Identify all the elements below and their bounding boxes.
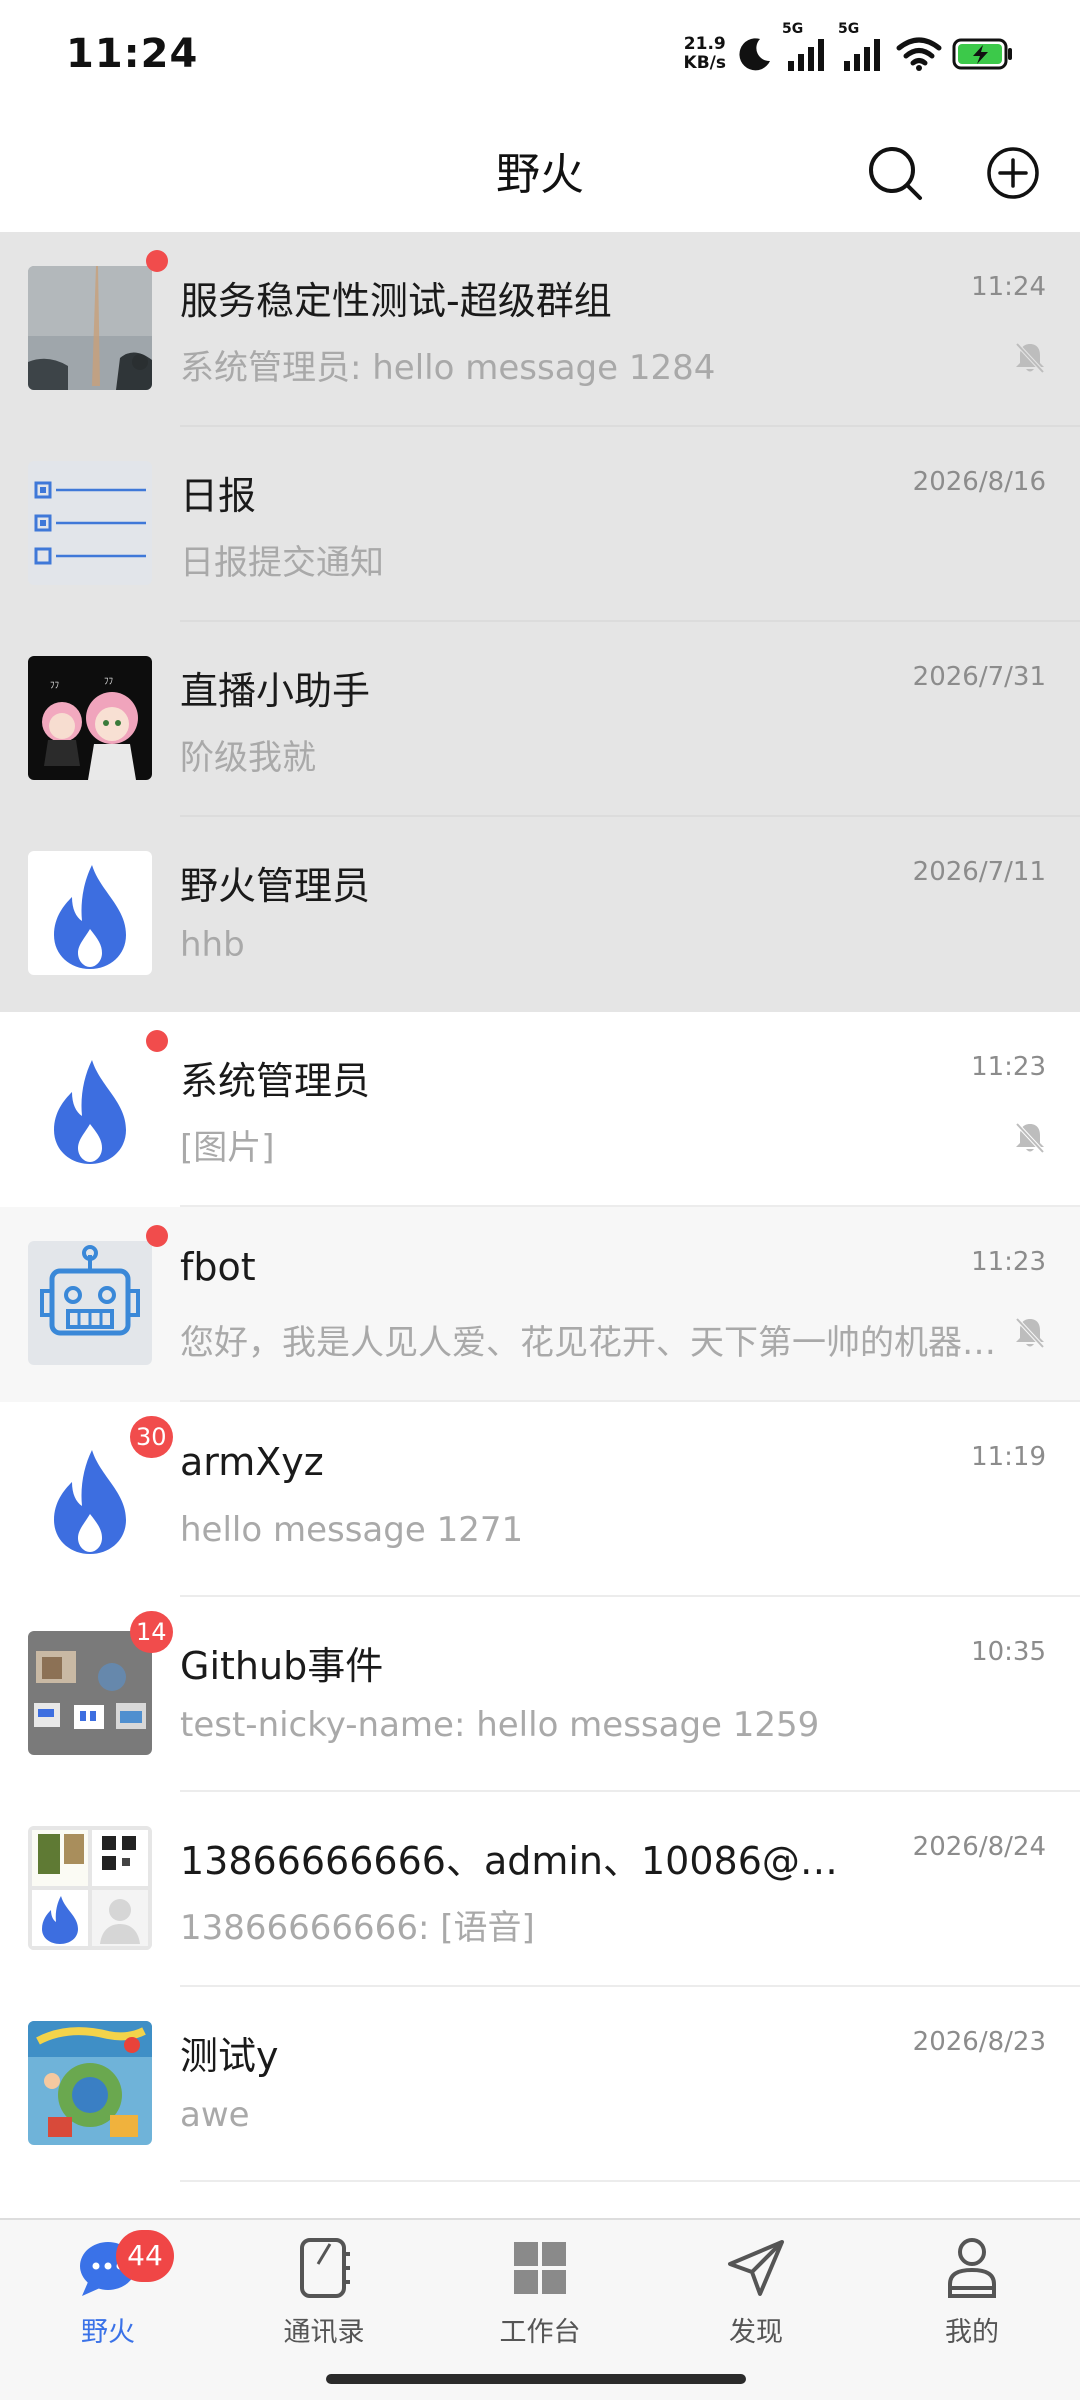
mute-bell-icon (1015, 1122, 1045, 1154)
conversation-time: 2026/7/11 (912, 857, 1046, 887)
unread-count-badge: 30 (130, 1416, 173, 1458)
book-cover-avatar (28, 2021, 152, 2145)
net-speed: 21.9 KB/s (684, 35, 726, 73)
signal-icon (844, 39, 880, 71)
home-indicator[interactable] (326, 2374, 746, 2384)
tab-label: 工作台 (499, 2317, 581, 2348)
conversation-title: 13866666666、admin、10086@野火IM (180, 1839, 860, 1883)
tab-label: 发现 (729, 2317, 783, 2348)
app-header: 野火 (0, 108, 1080, 232)
sim2-label: 5G (838, 21, 860, 37)
conversation-preview: hhb (180, 925, 245, 965)
conversation-time: 2026/8/16 (912, 467, 1046, 497)
conversation-preview: 您好，我是人见人爱、花见花开、天下第一帅的机器人小火！ (180, 1323, 1018, 1363)
conversation-preview: hello message 1271 (180, 1510, 524, 1550)
conversation-preview: 系统管理员: hello message 1284 (180, 348, 716, 388)
add-circle-icon[interactable] (984, 144, 1042, 202)
conversation-time: 11:23 (971, 1052, 1046, 1082)
tab-me[interactable]: 我的 (864, 2220, 1080, 2370)
bottom-tab-bar: 44 野火 通讯录 工作台 发现 我的 (0, 2218, 1080, 2400)
conversation-item[interactable]: 服务稳定性测试-超级群组 11:24 系统管理员: hello message … (0, 232, 1080, 427)
conversation-title: 服务稳定性测试-超级群组 (180, 279, 612, 323)
search-icon[interactable] (866, 144, 924, 202)
conversation-time: 10:35 (971, 1637, 1046, 1667)
flame-avatar (28, 1046, 152, 1170)
conversation-time: 2026/7/31 (912, 662, 1046, 692)
conversation-preview: 阶级我就 (180, 738, 316, 778)
conversation-item[interactable]: ﾌﾌ ﾌﾌ 直播小助手 2026/7/31 阶级我就 (0, 622, 1080, 817)
group-grid-avatar (28, 1826, 152, 1950)
conversation-time: 11:23 (971, 1247, 1046, 1277)
conversation-preview: 日报提交通知 (180, 543, 384, 583)
conversation-item[interactable]: 14 Github事件 10:35 test-nicky-name: hello… (0, 1597, 1080, 1792)
conversation-time: 2026/8/24 (912, 1832, 1046, 1862)
tab-chats[interactable]: 44 野火 (0, 2220, 216, 2370)
flame-avatar (28, 851, 152, 975)
group-avatar (28, 1631, 152, 1755)
status-time: 11:24 (66, 31, 199, 77)
tab-label: 通讯录 (283, 2317, 365, 2348)
conversation-time: 11:24 (971, 272, 1046, 302)
sim1-signal: 5G (782, 21, 830, 71)
conversation-item[interactable]: 野火管理员 2026/7/11 hhb (0, 817, 1080, 1012)
mute-bell-icon (1015, 342, 1045, 374)
svg-text:ﾌﾌ: ﾌﾌ (50, 681, 60, 691)
unread-dot (146, 250, 168, 272)
conversation-title: armXyz (180, 1440, 324, 1484)
conversation-list: 服务稳定性测试-超级群组 11:24 系统管理员: hello message … (0, 232, 1080, 2182)
divider (180, 2180, 1080, 2182)
anime-avatar: ﾌﾌ ﾌﾌ (28, 656, 152, 780)
conversation-item[interactable]: 测试y 2026/8/23 awe (0, 1987, 1080, 2182)
conversation-title: 系统管理员 (180, 1059, 371, 1103)
tab-label: 野火 (81, 2317, 135, 2348)
conversation-item[interactable]: 13866666666、admin、10086@野火IM 2026/8/24 1… (0, 1792, 1080, 1987)
conversation-item[interactable]: 30 armXyz 11:19 hello message 1271 (0, 1402, 1080, 1597)
conversation-time: 2026/8/23 (912, 2027, 1046, 2057)
tab-unread-badge: 44 (116, 2230, 174, 2282)
mute-bell-icon (1015, 1317, 1045, 1349)
tab-discover[interactable]: 发现 (648, 2220, 864, 2370)
status-icons: 21.9 KB/s 5G 5G (684, 21, 1014, 73)
conversation-preview: test-nicky-name: hello message 1259 (180, 1705, 820, 1745)
conversation-title: Github事件 (180, 1644, 384, 1688)
conversation-item[interactable]: fbot 11:23 您好，我是人见人爱、花见花开、天下第一帅的机器人小火！ (0, 1207, 1080, 1402)
grid-icon (514, 2242, 566, 2294)
conversation-preview: 13866666666: [语音] (180, 1908, 535, 1948)
conversation-title: 日报 (180, 474, 257, 518)
tab-workbench[interactable]: 工作台 (432, 2220, 648, 2370)
conversation-preview: [图片] (180, 1128, 275, 1168)
robot-avatar (28, 1241, 152, 1365)
status-bar: 11:24 21.9 KB/s 5G 5G (0, 0, 1080, 108)
conversation-title: 测试y (180, 2034, 279, 2078)
checklist-avatar (28, 461, 152, 585)
photo-avatar (28, 266, 152, 390)
svg-text:ﾌﾌ: ﾌﾌ (104, 677, 114, 687)
unread-dot (146, 1030, 168, 1052)
net-speed-unit: KB/s (683, 53, 726, 73)
unread-dot (146, 1225, 168, 1247)
moon-icon (739, 38, 770, 71)
net-speed-value: 21.9 (683, 34, 726, 54)
sim2-signal: 5G (838, 21, 886, 71)
flame-avatar (28, 1436, 152, 1560)
conversation-title: 直播小助手 (180, 669, 371, 713)
tab-label: 我的 (945, 2317, 999, 2348)
conversation-preview: awe (180, 2095, 250, 2135)
signal-icon (788, 39, 824, 71)
battery-charging-icon (952, 38, 1012, 70)
conversation-item[interactable]: 日报 2026/8/16 日报提交通知 (0, 427, 1080, 622)
conversation-time: 11:19 (971, 1442, 1046, 1472)
sim1-label: 5G (782, 21, 804, 37)
contacts-icon (300, 2238, 350, 2298)
conversation-title: fbot (180, 1245, 256, 1289)
conversation-item[interactable]: 系统管理员 11:23 [图片] (0, 1012, 1080, 1207)
unread-count-badge: 14 (130, 1611, 173, 1653)
send-icon (728, 2240, 784, 2296)
conversation-title: 野火管理员 (180, 864, 371, 908)
tab-contacts[interactable]: 通讯录 (216, 2220, 432, 2370)
person-icon (948, 2238, 996, 2298)
wifi-icon (896, 37, 942, 71)
